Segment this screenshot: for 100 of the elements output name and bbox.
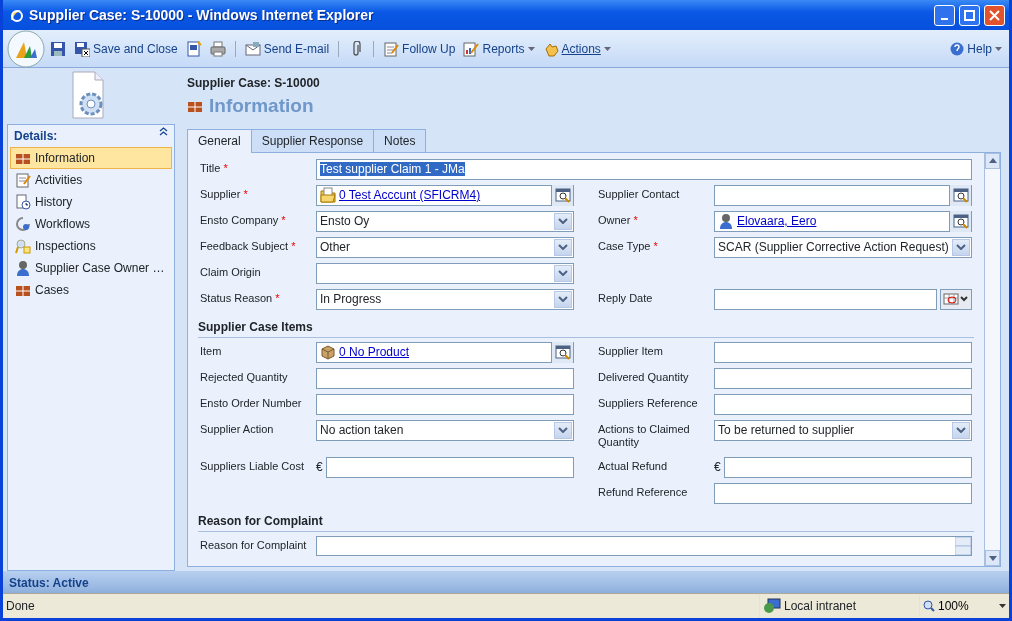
required-mark: *: [281, 213, 286, 226]
new-record-icon: [185, 40, 202, 57]
toolbar-button[interactable]: Send E-mail: [241, 37, 333, 60]
toolbar-button[interactable]: Save and Close: [71, 37, 181, 60]
menu-button[interactable]: Reports: [460, 37, 538, 60]
dropdown-field[interactable]: No action taken: [316, 419, 574, 441]
dropdown-field[interactable]: In Progress: [316, 288, 574, 310]
dropdown-field[interactable]: Ensto Oy: [316, 210, 574, 232]
field-label: Supplier: [200, 187, 241, 200]
sidebar-item[interactable]: Activities: [10, 169, 172, 191]
minimize-icon: [941, 18, 948, 20]
money-field[interactable]: [325, 456, 574, 478]
sidebar-item[interactable]: Cases: [10, 279, 172, 301]
sidebar-item[interactable]: Information: [10, 147, 172, 169]
field-label: Owner: [598, 213, 631, 226]
network-icon: [763, 598, 781, 614]
field-label: Item: [200, 344, 222, 357]
caret-icon: [527, 46, 535, 51]
menu-button[interactable]: Actions: [539, 37, 614, 60]
dropdown-field[interactable]: To be returned to supplier: [714, 419, 972, 441]
lookup-button[interactable]: [551, 341, 573, 363]
magnifier-icon: [15, 238, 31, 254]
text-field[interactable]: [316, 393, 574, 415]
person-icon: [15, 260, 31, 276]
section-heading: Supplier Case Items: [198, 319, 313, 334]
text-field[interactable]: [714, 482, 972, 504]
page-heading: Information: [209, 94, 314, 118]
text-field[interactable]: [316, 367, 574, 389]
lookup-field[interactable]: 0 No Product: [316, 341, 574, 363]
scroll-down-icon[interactable]: [988, 555, 997, 561]
maximize-button[interactable]: [959, 4, 980, 26]
field-label: Supplier Action: [200, 422, 274, 435]
report-icon: [463, 40, 480, 57]
sidebar-item[interactable]: Inspections: [10, 235, 172, 257]
field-label: Claim Origin: [200, 265, 261, 278]
zoom-button[interactable]: 100%: [919, 595, 1009, 617]
record-subtitle: Supplier Case: S-10000: [187, 75, 321, 92]
tab[interactable]: Supplier Response: [250, 128, 375, 152]
lookup-field[interactable]: Elovaara, Eero: [714, 210, 972, 232]
field-label: Ensto Order Number: [200, 396, 302, 409]
minimize-button[interactable]: [934, 4, 955, 26]
field-label: Supplier Contact: [598, 187, 680, 200]
folder-icon: [320, 187, 336, 203]
scroll-arrows-icon: [955, 536, 971, 555]
dropdown-field[interactable]: Other: [316, 236, 574, 258]
close-button[interactable]: [984, 4, 1005, 26]
field-label: Rejected Quantity: [200, 370, 288, 383]
lookup-field[interactable]: 0 Test Acccunt (SFICRM4): [316, 184, 574, 206]
help-button[interactable]: Help: [947, 37, 1005, 60]
status-text: Status: Active: [9, 576, 89, 590]
dropdown-field[interactable]: [316, 262, 574, 284]
text-area[interactable]: [316, 535, 972, 556]
browser-status: Done: [5, 598, 36, 615]
text-field[interactable]: [714, 341, 972, 363]
sidebar-item[interactable]: History: [10, 191, 172, 213]
sidebar-item[interactable]: Supplier Case Owner …: [10, 257, 172, 279]
field-label: Reason for Complaint: [200, 538, 307, 551]
currency-symbol: €: [714, 459, 721, 476]
tab[interactable]: General: [187, 128, 252, 153]
section-heading: Reason for Complaint: [198, 513, 323, 528]
collapse-icon: [159, 127, 168, 136]
field-label: Delivered Quantity: [598, 370, 689, 383]
field-label: Case Type: [598, 239, 651, 252]
required-mark: *: [653, 239, 658, 252]
lookup-button[interactable]: [949, 210, 971, 232]
field-label: Actual Refund: [598, 459, 668, 472]
field-label: Suppliers Reference: [598, 396, 698, 409]
clock-icon: [15, 194, 31, 210]
sidebar-item[interactable]: Workflows: [10, 213, 172, 235]
required-mark: *: [223, 161, 228, 174]
text-field[interactable]: [714, 393, 972, 415]
required-mark: *: [291, 239, 296, 252]
field-label: Reply Date: [598, 291, 653, 304]
text-field[interactable]: [714, 367, 972, 389]
money-field[interactable]: [723, 456, 972, 478]
notepad-icon: [15, 172, 31, 188]
required-mark: *: [243, 187, 248, 200]
field-label: Refund Reference: [598, 485, 688, 498]
security-zone: Local intranet: [784, 598, 857, 615]
field-label: Feedback Subject: [200, 239, 289, 252]
scrollbar[interactable]: [984, 152, 1000, 566]
lookup-field[interactable]: [714, 184, 972, 206]
person-icon: [718, 213, 734, 229]
text-field[interactable]: Test supplier Claim 1 - JMa: [316, 158, 972, 180]
required-mark: *: [275, 291, 280, 304]
window-title: Supplier Case: S-10000 - Windows Internet Explorer: [29, 5, 375, 25]
date-field[interactable]: [714, 288, 937, 310]
lookup-button[interactable]: [551, 184, 573, 206]
field-label: Suppliers Liable Cost: [200, 459, 304, 472]
notepad-icon: [383, 40, 400, 57]
dropdown-field[interactable]: SCAR (Supplier Corrective Action Request): [714, 236, 972, 258]
lookup-button[interactable]: [949, 184, 971, 206]
toolbar-button[interactable]: Follow Up: [380, 37, 459, 60]
logo-icon: [7, 29, 45, 68]
tab[interactable]: Notes: [373, 128, 427, 152]
caret-icon: [999, 604, 1006, 608]
calendar-button[interactable]: [940, 288, 972, 310]
save-icon: [50, 40, 66, 57]
help-icon: [950, 41, 965, 56]
scroll-up-icon[interactable]: [988, 158, 997, 163]
